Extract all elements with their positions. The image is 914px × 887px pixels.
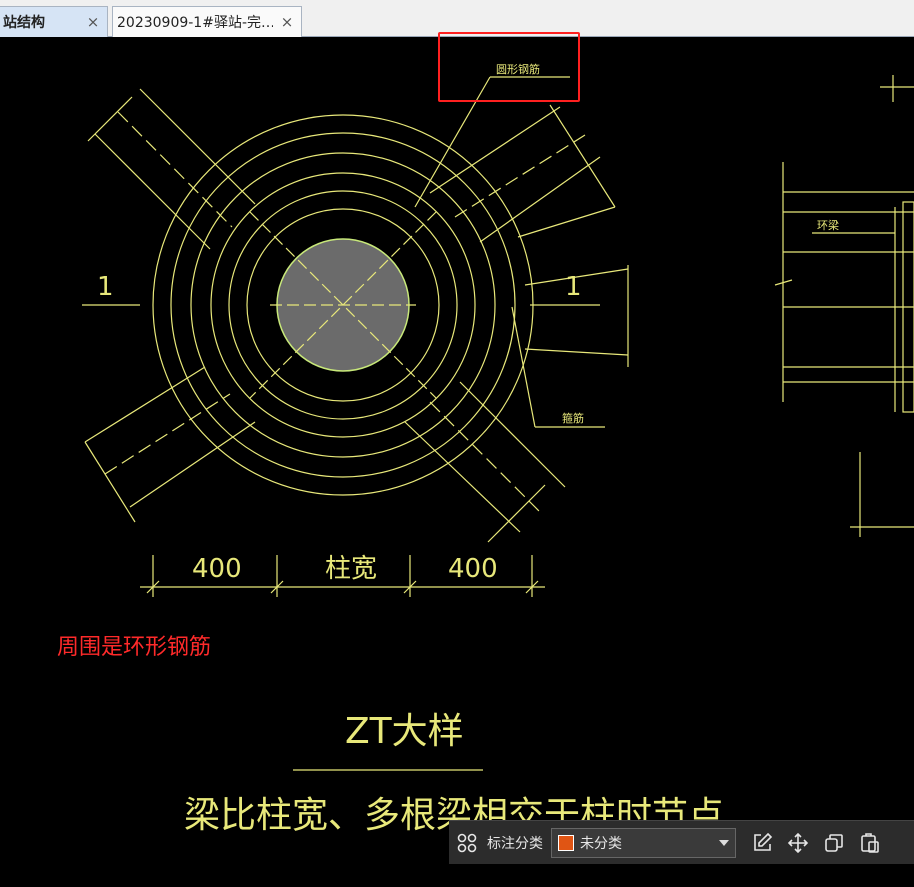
side-elevation <box>774 75 914 537</box>
callout-label-bottom: 箍筋 <box>562 411 584 425</box>
beam-upper-left <box>87 88 256 250</box>
tab-station-structure[interactable]: 站结构 × <box>0 6 108 37</box>
move-icon[interactable] <box>780 825 816 861</box>
dim-center: 柱宽 <box>325 554 377 584</box>
color-swatch <box>558 834 574 851</box>
paste-icon[interactable] <box>852 825 888 861</box>
copy-icon[interactable] <box>816 825 852 861</box>
close-icon[interactable]: × <box>85 13 101 31</box>
side-label: 环梁 <box>817 218 839 232</box>
annotation-toolbar: 标注分类 未分类 <box>449 820 914 864</box>
dim-left: 400 <box>192 554 242 584</box>
beam-lower-right <box>404 381 566 543</box>
annotation-note: 周围是环形钢筋 <box>57 635 212 660</box>
cad-drawing: 圆形钢筋 箍筋 1 1 环梁 400 柱宽 400 ZT大样 梁比柱宽、多根梁相… <box>82 62 914 836</box>
category-label: 标注分类 <box>487 835 543 852</box>
category-value: 未分类 <box>580 835 622 852</box>
chevron-down-icon <box>719 839 729 846</box>
edit-icon[interactable] <box>744 825 780 861</box>
cad-canvas[interactable]: 圆形钢筋 箍筋 1 1 环梁 400 柱宽 400 ZT大样 梁比柱宽、多根梁相… <box>0 37 914 887</box>
grid-icon[interactable] <box>449 825 485 861</box>
beam-lower-left <box>84 366 256 523</box>
highlight-box <box>438 32 580 102</box>
dim-right: 400 <box>448 554 498 584</box>
tab-label: 站结构 <box>3 15 45 31</box>
section-mark-right: 1 <box>565 272 582 302</box>
category-select[interactable]: 未分类 <box>551 827 736 858</box>
section-mark-left: 1 <box>97 272 114 302</box>
tab-drawing-file[interactable]: 20230909-1#驿站-完… × <box>112 6 302 37</box>
tab-label: 20230909-1#驿站-完… <box>117 15 273 31</box>
beam-upper-right <box>429 104 616 243</box>
close-icon[interactable]: × <box>279 13 295 31</box>
status-strip <box>0 864 914 887</box>
drawing-title: ZT大样 <box>345 711 464 752</box>
